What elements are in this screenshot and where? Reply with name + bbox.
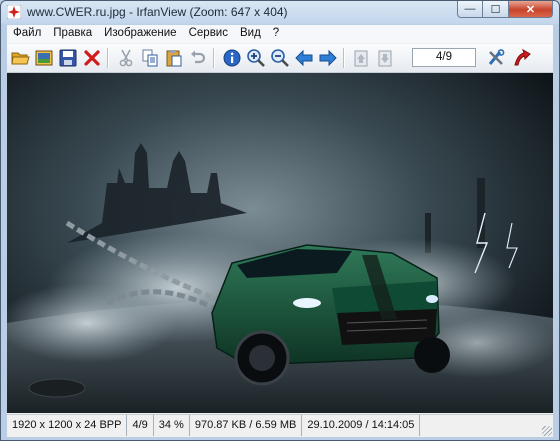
menu-options[interactable]: Сервис — [183, 25, 234, 43]
last-page-button[interactable] — [375, 47, 397, 69]
menu-edit[interactable]: Правка — [47, 25, 98, 43]
delete-button[interactable] — [81, 47, 103, 69]
maximize-button[interactable]: ☐ — [483, 1, 509, 18]
previous-icon — [295, 49, 313, 67]
toolbar: 4/9 — [7, 44, 553, 73]
save-button[interactable] — [57, 47, 79, 69]
info-button[interactable] — [221, 47, 243, 69]
first-page-button[interactable] — [351, 47, 373, 69]
undo-button[interactable] — [187, 47, 209, 69]
menu-file[interactable]: Файл — [7, 25, 47, 43]
car-wallpaper-image — [7, 73, 553, 413]
status-index: 4/9 — [127, 415, 154, 436]
status-datetime: 29.10.2009 / 14:14:05 — [302, 415, 421, 436]
exit-icon — [514, 48, 531, 66]
info-icon — [223, 49, 241, 67]
irfanview-app-icon — [7, 5, 21, 19]
zoom-in-icon — [247, 49, 265, 67]
menu-view[interactable]: Вид — [234, 25, 267, 43]
zoom-out-icon — [271, 49, 289, 67]
first-page-icon — [354, 50, 368, 67]
zoom-out-button[interactable] — [269, 47, 291, 69]
settings-button[interactable] — [485, 47, 507, 69]
settings-icon — [488, 49, 505, 65]
save-icon — [59, 49, 77, 67]
previous-button[interactable] — [293, 47, 315, 69]
title-bar[interactable]: www.CWER.ru.jpg - IrfanView (Zoom: 647 x… — [1, 1, 559, 23]
copy-icon — [142, 49, 158, 67]
last-page-icon — [378, 50, 392, 67]
status-bar: 1920 x 1200 x 24 BPP 4/9 34 % 970.87 KB … — [7, 414, 553, 437]
menu-help[interactable]: ? — [267, 25, 285, 43]
paste-button[interactable] — [163, 47, 185, 69]
window-title: www.CWER.ru.jpg - IrfanView (Zoom: 647 x… — [27, 5, 288, 19]
image-viewport[interactable] — [7, 73, 553, 413]
open-folder-button[interactable] — [9, 47, 31, 69]
thumbnails-icon — [35, 50, 53, 66]
irfanview-window: www.CWER.ru.jpg - IrfanView (Zoom: 647 x… — [0, 0, 560, 441]
cut-icon — [119, 49, 133, 67]
undo-icon — [191, 50, 206, 64]
client-area: Файл Правка Изображение Сервис Вид ? 4/9… — [7, 25, 553, 437]
status-zoom: 34 % — [154, 415, 190, 436]
copy-button[interactable] — [139, 47, 161, 69]
resize-grip[interactable] — [542, 426, 552, 436]
paste-icon — [166, 50, 182, 67]
zoom-in-button[interactable] — [245, 47, 267, 69]
menu-bar: Файл Правка Изображение Сервис Вид ? — [7, 25, 553, 43]
next-button[interactable] — [317, 47, 339, 69]
next-icon — [319, 49, 337, 67]
thumbnails-button[interactable] — [33, 47, 55, 69]
exit-button[interactable] — [511, 47, 533, 69]
status-dimensions: 1920 x 1200 x 24 BPP — [7, 415, 128, 436]
status-file-size: 970.87 KB / 6.59 MB — [190, 415, 303, 436]
close-button[interactable]: ✕ — [509, 1, 553, 18]
open-folder-icon — [11, 52, 30, 65]
cut-button[interactable] — [115, 47, 137, 69]
menu-image[interactable]: Изображение — [98, 25, 182, 43]
page-indicator[interactable]: 4/9 — [412, 48, 476, 67]
minimize-button[interactable]: — — [457, 1, 483, 18]
delete-icon — [84, 50, 100, 66]
